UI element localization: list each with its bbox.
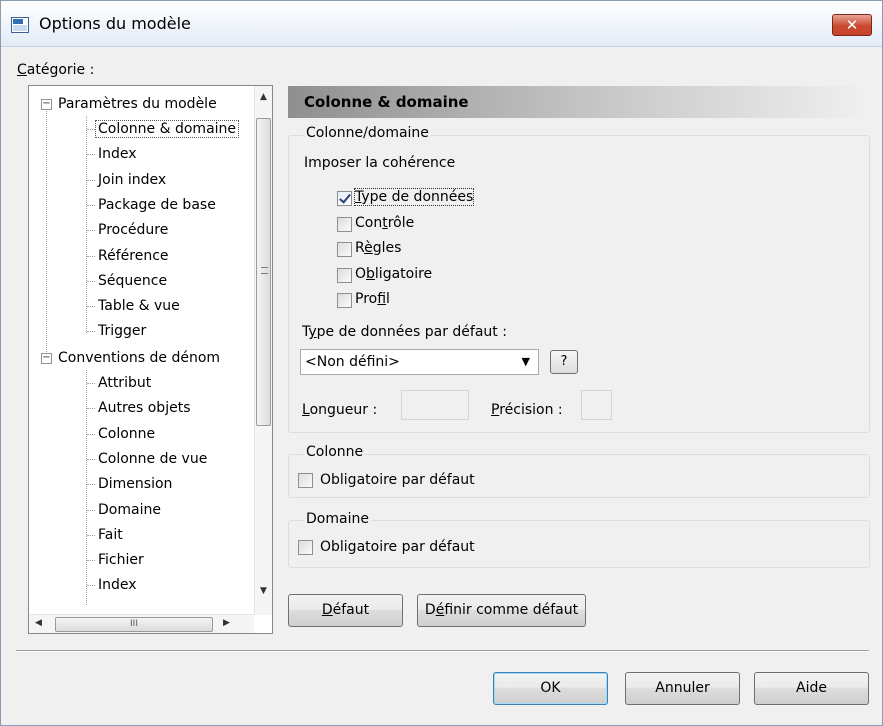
tree-line (87, 154, 95, 156)
tree-item[interactable]: Procédure (96, 219, 170, 241)
tree-line (46, 104, 47, 356)
close-button[interactable]: ✕ (832, 14, 872, 36)
tree-line (86, 370, 87, 606)
scroll-down-icon[interactable]: ▼ (260, 586, 267, 596)
tree-item[interactable]: Colonne & domaine (94, 118, 240, 140)
tree-item[interactable]: Dimension (96, 473, 174, 495)
tree-vertical-scrollbar[interactable]: ▲ ▼ (254, 86, 272, 615)
data-type-help-button[interactable]: ? (550, 350, 578, 374)
tree-item[interactable]: Package de base (96, 194, 218, 216)
tree-content: − Paramètres du modèle − Conventions de … (29, 86, 254, 606)
window-title: Options du modèle (39, 14, 191, 33)
tree-line (87, 383, 95, 384)
tree-line (87, 129, 95, 130)
help-button[interactable]: Aide (754, 672, 869, 705)
options-dialog: Options du modèle ✕ Catégorie : − Paramè… (0, 0, 883, 726)
scroll-up-icon[interactable]: ▲ (260, 92, 267, 102)
consistency-checkbox[interactable] (337, 242, 352, 257)
tree-item[interactable]: Autres objets (96, 397, 192, 419)
column-mandatory-checkbox[interactable] (298, 473, 313, 488)
group-domain-title: Domaine (304, 511, 371, 527)
tree-group-model-settings[interactable]: Paramètres du modèle (56, 93, 219, 115)
tree-line (87, 408, 95, 410)
tree-line (87, 433, 95, 435)
tree-line (87, 509, 95, 511)
consistency-checkbox[interactable] (337, 191, 352, 206)
default-button[interactable]: Défaut (288, 594, 403, 627)
scroll-left-icon[interactable]: ◀ (35, 618, 42, 628)
title-bar[interactable]: Options du modèle ✕ (1, 1, 882, 47)
tree-line (87, 230, 95, 232)
tree-item[interactable]: Fait (96, 524, 125, 546)
tree-line (87, 179, 95, 181)
length-field[interactable] (401, 390, 469, 420)
consistency-checkbox[interactable] (337, 293, 352, 308)
tree-item[interactable]: Colonne de vue (96, 448, 209, 470)
domain-mandatory-label: Obligatoire par défaut (320, 539, 475, 555)
tree-line (87, 585, 95, 587)
tree-line (87, 280, 95, 282)
tree-line (87, 458, 95, 460)
default-data-type-label: Type de données par défaut : (302, 324, 507, 340)
consistency-checkbox-label: Contrôle (355, 214, 415, 231)
group-column-domain-title: Colonne/domaine (304, 125, 431, 141)
cancel-button[interactable]: Annuler (625, 672, 740, 705)
tree-line (87, 534, 95, 536)
app-icon (11, 17, 29, 33)
tree-item[interactable]: Index (96, 574, 139, 596)
category-tree[interactable]: − Paramètres du modèle − Conventions de … (28, 85, 273, 634)
tree-line (87, 204, 95, 206)
scroll-right-icon[interactable]: ▶ (223, 618, 230, 628)
precision-label: Précision : (491, 402, 563, 418)
consistency-checkbox-label: Type de données (353, 188, 475, 206)
tree-line (87, 255, 95, 257)
dialog-separator (16, 650, 869, 652)
tree-item[interactable]: Séquence (96, 270, 169, 292)
consistency-checkbox[interactable] (337, 267, 352, 283)
collapse-icon[interactable]: − (41, 99, 52, 110)
panel-header: Colonne & domaine (288, 86, 870, 118)
tree-horizontal-scrollbar[interactable]: ◀ III ▶ (29, 614, 254, 633)
tree-item[interactable]: Domaine (96, 499, 163, 521)
tree-item[interactable]: Table & vue (96, 295, 182, 317)
consistency-checkbox-label: Règles (355, 240, 402, 256)
tree-item[interactable]: Index (96, 143, 139, 165)
column-mandatory-label: Obligatoire par défaut (320, 472, 475, 488)
tree-item[interactable]: Fichier (96, 549, 146, 571)
precision-field[interactable] (581, 390, 612, 420)
tree-line (87, 484, 95, 486)
ok-button[interactable]: OK (493, 672, 608, 705)
group-column-domain (288, 135, 870, 433)
tree-line (87, 560, 95, 562)
domain-mandatory-checkbox[interactable] (298, 540, 313, 555)
group-column-title: Colonne (304, 444, 366, 460)
collapse-icon[interactable]: − (41, 353, 52, 364)
consistency-checkbox-label: Profil (355, 291, 390, 307)
vertical-scroll-thumb[interactable] (256, 118, 271, 426)
chevron-down-icon: ▼ (521, 355, 530, 368)
tree-item[interactable]: Join index (96, 169, 168, 191)
horizontal-scroll-thumb[interactable]: III (55, 617, 213, 632)
tree-line (86, 116, 87, 333)
tree-line (87, 306, 95, 308)
tree-item[interactable]: Attribut (96, 372, 153, 394)
category-label: Catégorie : (17, 62, 95, 78)
tree-group-naming-conventions[interactable]: Conventions de dénom (56, 347, 222, 369)
tree-item[interactable]: Trigger (96, 320, 148, 342)
enforce-consistency-label: Imposer la cohérence (304, 155, 456, 171)
consistency-checkbox-label: Obligatoire (355, 265, 433, 282)
consistency-checkbox[interactable] (337, 216, 352, 232)
tree-line (87, 331, 95, 333)
length-label: Longueur : (302, 402, 378, 418)
default-data-type-value: <Non défini> (305, 354, 400, 370)
tree-item[interactable]: Référence (96, 245, 171, 267)
tree-item[interactable]: Colonne (96, 423, 157, 445)
set-as-default-button[interactable]: Définir comme défaut (417, 594, 586, 627)
default-data-type-select[interactable]: <Non défini> ▼ (300, 349, 539, 375)
